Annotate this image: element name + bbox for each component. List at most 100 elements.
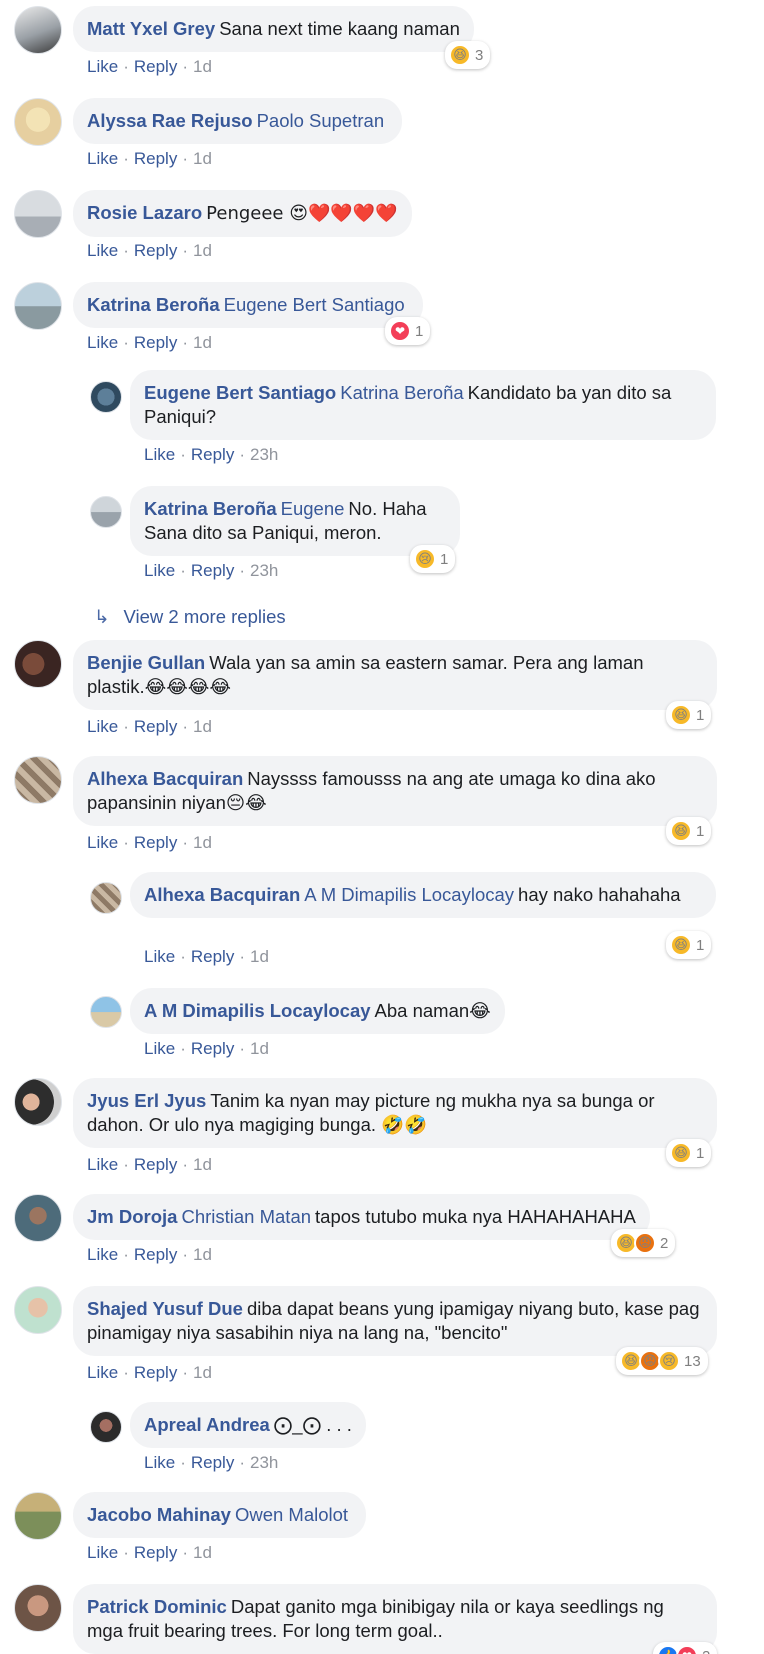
avatar[interactable] <box>14 282 62 330</box>
like-link[interactable]: Like <box>87 1543 118 1562</box>
timestamp[interactable]: 1d <box>193 241 212 260</box>
avatar[interactable] <box>14 756 62 804</box>
avatar[interactable] <box>90 996 122 1028</box>
reply-link[interactable]: Reply <box>134 149 177 168</box>
timestamp[interactable]: 1d <box>193 1543 212 1562</box>
avatar[interactable] <box>14 98 62 146</box>
like-link[interactable]: Like <box>87 241 118 260</box>
avatar[interactable] <box>14 190 62 238</box>
timestamp[interactable]: 23h <box>250 445 278 464</box>
reaction-summary[interactable]: 👍 ❤ 2 <box>653 1642 718 1654</box>
comment-author[interactable]: Rosie Lazaro <box>87 202 202 223</box>
timestamp[interactable]: 1d <box>250 1039 269 1058</box>
comment-mention[interactable]: Katrina Beroña <box>340 382 463 403</box>
reply-link[interactable]: Reply <box>134 1363 177 1382</box>
comment-mention[interactable]: Owen Malolot <box>235 1504 348 1525</box>
comment-author[interactable]: Patrick Dominic <box>87 1596 227 1617</box>
comment-author[interactable]: Matt Yxel Grey <box>87 18 215 39</box>
comment-actions: Like · Reply · 23h <box>144 1453 278 1473</box>
reaction-summary[interactable]: ❤ 1 <box>385 317 431 345</box>
timestamp[interactable]: 23h <box>250 561 278 580</box>
like-link[interactable]: Like <box>87 717 118 736</box>
like-link[interactable]: Like <box>87 1363 118 1382</box>
reply-link[interactable]: Reply <box>134 241 177 260</box>
reaction-summary[interactable]: 😆 1 <box>666 817 712 845</box>
timestamp[interactable]: 1d <box>193 333 212 352</box>
reaction-count: 2 <box>660 1234 669 1252</box>
reply-link[interactable]: Reply <box>134 717 177 736</box>
comment-author[interactable]: Jacobo Mahinay <box>87 1504 231 1525</box>
comment-author[interactable]: Katrina Beroña <box>144 498 277 519</box>
reaction-summary[interactable]: 😆 3 <box>445 41 491 69</box>
comment-author[interactable]: Alhexa Bacquiran <box>87 768 243 789</box>
like-link[interactable]: Like <box>144 445 175 464</box>
comment-author[interactable]: A M Dimapilis Locaylocay <box>144 1000 371 1021</box>
timestamp[interactable]: 1d <box>193 1155 212 1174</box>
reply-link[interactable]: Reply <box>134 1245 177 1264</box>
avatar[interactable] <box>14 1194 62 1242</box>
comment-author[interactable]: Alhexa Bacquiran <box>144 884 300 905</box>
timestamp[interactable]: 1d <box>193 57 212 76</box>
comment-author[interactable]: Apreal Andrea <box>144 1414 270 1435</box>
comment-author[interactable]: Eugene Bert Santiago <box>144 382 336 403</box>
timestamp[interactable]: 1d <box>193 149 212 168</box>
avatar[interactable] <box>14 1492 62 1540</box>
like-link[interactable]: Like <box>87 149 118 168</box>
comment-author[interactable]: Benjie Gullan <box>87 652 205 673</box>
like-link[interactable]: Like <box>144 947 175 966</box>
reply-link[interactable]: Reply <box>191 1453 234 1472</box>
comment-bubble: Benjie Gullan Wala yan sa amin sa eastern… <box>73 640 717 710</box>
timestamp[interactable]: 1d <box>193 717 212 736</box>
like-link[interactable]: Like <box>87 57 118 76</box>
like-link[interactable]: Like <box>87 333 118 352</box>
like-link[interactable]: Like <box>87 833 118 852</box>
comment-mention[interactable]: Eugene Bert Santiago <box>224 294 405 315</box>
reply-link[interactable]: Reply <box>191 947 234 966</box>
reply-link[interactable]: Reply <box>191 561 234 580</box>
timestamp[interactable]: 23h <box>250 1453 278 1472</box>
comment-author[interactable]: Katrina Beroña <box>87 294 220 315</box>
like-link[interactable]: Like <box>144 1039 175 1058</box>
comment-mention[interactable]: A M Dimapilis Locaylocay <box>304 884 514 905</box>
comment-author[interactable]: Jyus Erl Jyus <box>87 1090 206 1111</box>
like-link[interactable]: Like <box>144 1453 175 1472</box>
comment-author[interactable]: Shajed Yusuf Due <box>87 1298 243 1319</box>
like-link[interactable]: Like <box>87 1155 118 1174</box>
reaction-summary[interactable]: 😢 1 <box>410 545 456 573</box>
avatar[interactable] <box>14 640 62 688</box>
comment-mention[interactable]: Christian Matan <box>181 1206 311 1227</box>
reaction-summary[interactable]: 😆 1 <box>666 701 712 729</box>
comment-mention[interactable]: Paolo Supetran <box>257 110 385 131</box>
comment-author[interactable]: Jm Doroja <box>87 1206 177 1227</box>
reply-link[interactable]: Reply <box>191 1039 234 1058</box>
avatar[interactable] <box>90 882 122 914</box>
avatar[interactable] <box>14 6 62 54</box>
reply-link[interactable]: Reply <box>134 833 177 852</box>
timestamp[interactable]: 1d <box>193 1363 212 1382</box>
avatar[interactable] <box>90 496 122 528</box>
reply-link[interactable]: Reply <box>134 57 177 76</box>
avatar[interactable] <box>90 381 122 413</box>
avatar[interactable] <box>14 1584 62 1632</box>
like-link[interactable]: Like <box>144 561 175 580</box>
reaction-summary[interactable]: 😆 1 <box>666 1139 712 1167</box>
view-more-replies-link[interactable]: ↳ View 2 more replies <box>94 606 286 628</box>
reply-link[interactable]: Reply <box>134 1543 177 1562</box>
comment-text: Aba naman😂 <box>374 1000 491 1021</box>
avatar[interactable] <box>14 1286 62 1334</box>
reaction-summary[interactable]: 😆 1 <box>666 931 712 959</box>
reaction-summary[interactable]: 😆 😡 😢 13 <box>616 1347 708 1375</box>
separator: · <box>123 833 129 852</box>
comment-author[interactable]: Alyssa Rae Rejuso <box>87 110 253 131</box>
timestamp[interactable]: 1d <box>193 1245 212 1264</box>
avatar[interactable] <box>90 1411 122 1443</box>
reply-link[interactable]: Reply <box>134 1155 177 1174</box>
reply-link[interactable]: Reply <box>191 445 234 464</box>
like-link[interactable]: Like <box>87 1245 118 1264</box>
avatar[interactable] <box>14 1078 62 1126</box>
comment-mention[interactable]: Eugene <box>281 498 345 519</box>
timestamp[interactable]: 1d <box>193 833 212 852</box>
reply-link[interactable]: Reply <box>134 333 177 352</box>
reaction-summary[interactable]: 😆 😡 2 <box>611 1229 676 1257</box>
timestamp[interactable]: 1d <box>250 947 269 966</box>
